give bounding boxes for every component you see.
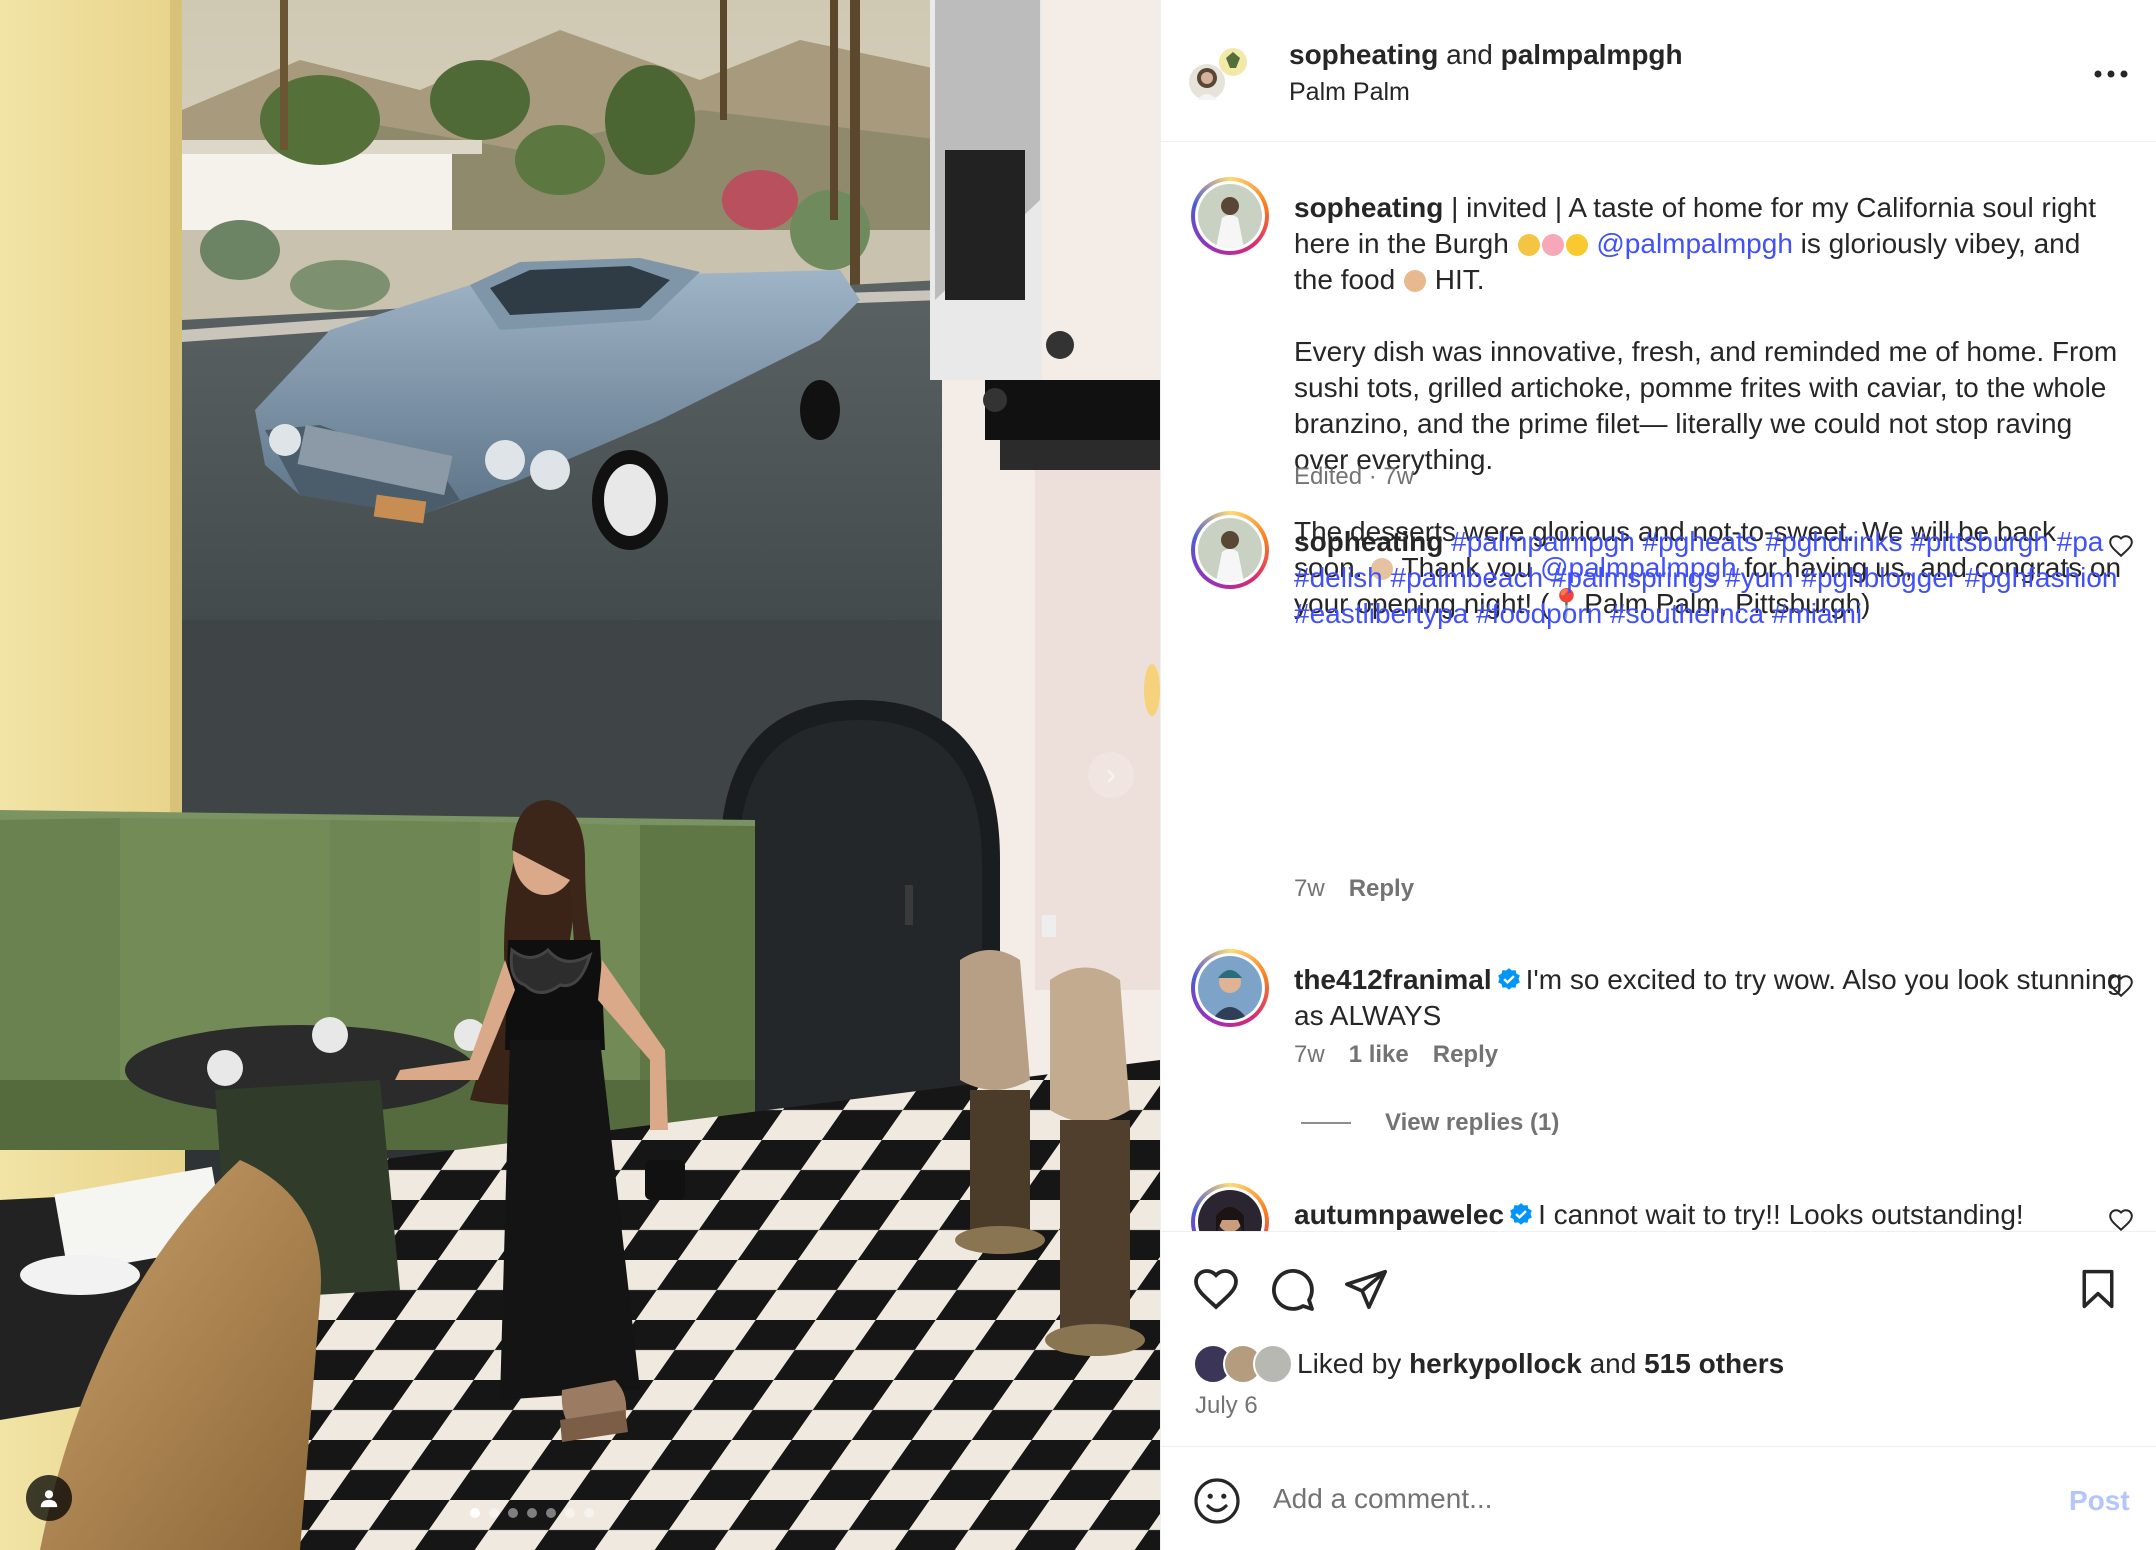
like-button[interactable] [1191, 1264, 1241, 1314]
mention-link[interactable]: @palmpalmpgh [1596, 228, 1793, 259]
holding-back-tears-emoji-icon [1517, 234, 1540, 256]
liker-avatars[interactable] [1193, 1344, 1295, 1384]
comment-username[interactable]: the412franimal [1294, 964, 1492, 995]
author-username-2[interactable]: palmpalmpgh [1501, 39, 1683, 70]
paper-plane-icon [1345, 1269, 1387, 1310]
divider-line [1301, 1122, 1351, 1124]
liked-by-label: Liked by [1297, 1348, 1402, 1379]
emoji-picker-icon[interactable] [1193, 1477, 1241, 1525]
reply-button[interactable]: Reply [1433, 1041, 1498, 1069]
caption-avatar[interactable] [1191, 177, 1269, 255]
carousel-next-button[interactable]: › [1088, 752, 1134, 798]
share-button[interactable] [1341, 1264, 1391, 1314]
chevron-right-icon: › [1106, 758, 1116, 791]
caption-paragraph: Every dish was innovative, fresh, and re… [1294, 336, 2118, 475]
authors-joiner: and [1446, 39, 1493, 70]
comment-like-heart-icon[interactable] [2108, 1207, 2134, 1231]
comment-username[interactable]: autumnpawelec [1294, 1199, 1504, 1230]
caption-part: HIT. [1426, 264, 1485, 295]
caption-username[interactable]: sopheating [1294, 192, 1443, 223]
sun-emoji-icon [1565, 234, 1588, 256]
comment-text: sopheating #palmpalmpgh #pgheats #pghdri… [1294, 524, 2124, 632]
carousel-indicator [470, 1508, 594, 1518]
more-horizontal-icon [2094, 70, 2128, 78]
post-actions: Liked by herkypollock and 515 others Jul… [1161, 1231, 2156, 1441]
bookmark-icon [2082, 1269, 2114, 1309]
and-label: and [1589, 1348, 1637, 1379]
comment-username[interactable]: sopheating [1294, 526, 1443, 557]
comment-like-heart-icon[interactable] [2108, 533, 2134, 559]
comment-time[interactable]: 7w [1294, 1041, 1325, 1069]
save-button[interactable] [2073, 1264, 2123, 1314]
likes-summary: Liked by herkypollock and 515 others [1193, 1344, 1784, 1384]
author-username-1[interactable]: sopheating [1289, 39, 1438, 70]
tagged-users-button[interactable] [26, 1475, 72, 1521]
view-replies-button[interactable]: View replies (1) [1301, 1109, 1559, 1137]
restaurant-photo [0, 0, 1160, 1550]
heart-icon [1194, 1269, 1238, 1310]
carousel-dot [527, 1508, 537, 1518]
caption-meta: Edited · 7w [1294, 463, 1414, 491]
author-avatar[interactable] [1189, 44, 1249, 104]
comment-time[interactable]: 7w [1294, 875, 1325, 903]
comments-feed[interactable]: sopheating | invited | A taste of home f… [1161, 143, 2156, 1231]
comment-input[interactable] [1273, 1473, 2033, 1525]
liker-avatar [1253, 1344, 1293, 1384]
verified-badge-icon [1497, 968, 1520, 990]
caption-timestamp[interactable]: Edited · 7w [1294, 463, 1414, 491]
carousel-dot [470, 1508, 480, 1518]
comment-meta: 7w Reply [1294, 875, 1414, 903]
comment-text: the412franimal I'm so excited to try wow.… [1294, 962, 2124, 1034]
verified-badge-icon [1510, 1203, 1532, 1225]
comment-button[interactable] [1267, 1264, 1317, 1314]
comment-like-heart-icon[interactable] [2108, 973, 2134, 999]
comment-body: I cannot wait to try!! Looks outstanding… [1538, 1199, 2024, 1230]
post-date[interactable]: July 6 [1195, 1392, 1258, 1420]
comment-avatar[interactable] [1191, 511, 1269, 589]
comment-composer: Post [1161, 1446, 2156, 1550]
likes-text: Liked by herkypollock and 515 others [1297, 1348, 1784, 1380]
user-icon [40, 1490, 58, 1508]
comment-meta: 7w 1 like Reply [1294, 1041, 1498, 1069]
carousel-dot [508, 1508, 518, 1518]
others-count[interactable]: 515 others [1644, 1348, 1784, 1379]
carousel-dot [489, 1508, 499, 1518]
post-header: sopheating and palmpalmpgh Palm Palm [1161, 0, 2156, 142]
post-comment-button[interactable]: Post [2069, 1485, 2130, 1517]
view-replies-label: View replies (1) [1385, 1109, 1560, 1136]
comment-text: autumnpawelec I cannot wait to try!! Look… [1294, 1197, 2124, 1231]
comment-likes[interactable]: 1 like [1349, 1041, 1409, 1069]
post-authors: sopheating and palmpalmpgh [1289, 38, 1683, 72]
carousel-dot [584, 1508, 594, 1518]
comment-bubble-icon [1272, 1269, 1314, 1311]
carousel-dot [546, 1508, 556, 1518]
carousel-dot [565, 1508, 575, 1518]
post-location[interactable]: Palm Palm [1289, 78, 1410, 107]
heart-hands-emoji-icon [1541, 234, 1564, 256]
post-image[interactable]: › [0, 0, 1160, 1550]
post-sidebar: sopheating and palmpalmpgh Palm Palm sop… [1160, 0, 2156, 1550]
clapping-hands-emoji-icon [1403, 270, 1426, 292]
comment-avatar[interactable] [1191, 1183, 1269, 1231]
comment-avatar[interactable] [1191, 949, 1269, 1027]
more-options-button[interactable] [2081, 54, 2141, 94]
liker-username[interactable]: herkypollock [1409, 1348, 1582, 1379]
reply-button[interactable]: Reply [1349, 875, 1414, 903]
